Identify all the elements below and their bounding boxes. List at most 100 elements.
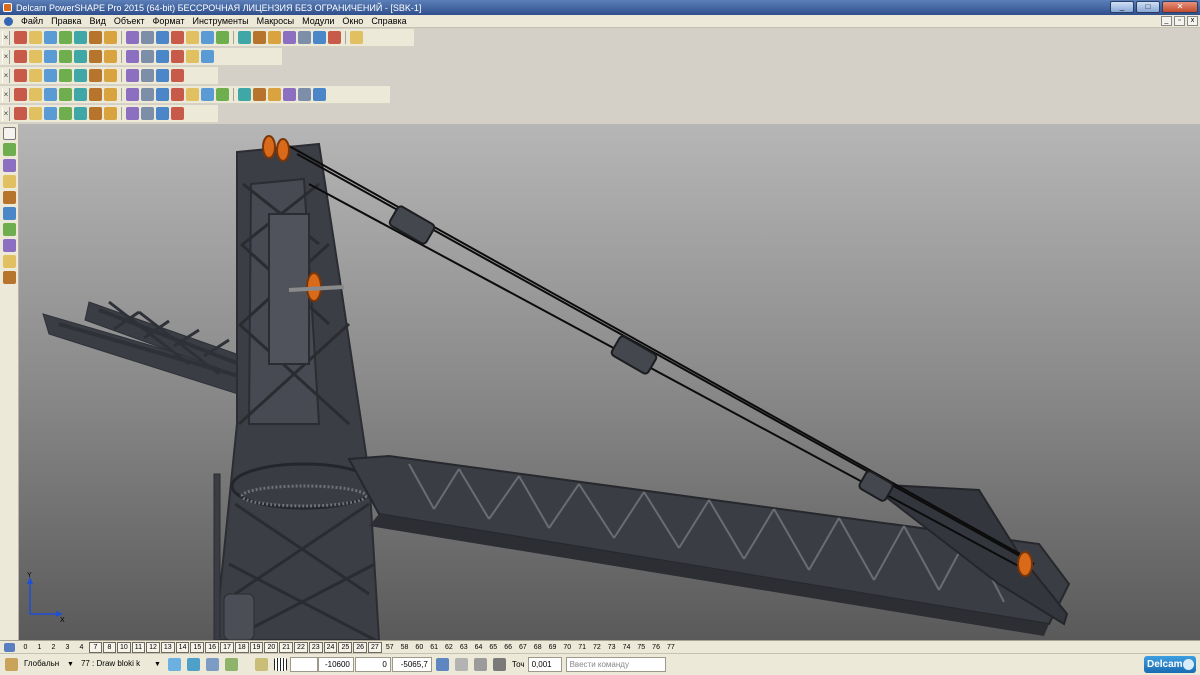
view-tool-icon[interactable] (201, 50, 214, 63)
main-tool-icon[interactable] (171, 31, 184, 44)
view-tool-icon[interactable] (74, 50, 87, 63)
selection-tool-icon[interactable] (29, 107, 42, 120)
menu-window[interactable]: Окно (338, 16, 367, 26)
minimize-button[interactable]: _ (1110, 1, 1134, 13)
shading-tool-icon[interactable] (74, 88, 87, 101)
main-tool-icon[interactable] (216, 31, 229, 44)
layer-button[interactable]: 73 (605, 642, 619, 653)
main-tool-icon[interactable] (59, 31, 72, 44)
layer-button[interactable]: 11 (131, 641, 146, 653)
main-tool-icon[interactable] (14, 31, 27, 44)
layer-button[interactable]: 18 (234, 641, 249, 653)
layer-button[interactable]: 27 (368, 641, 382, 653)
object-tool-icon[interactable] (74, 69, 87, 82)
layer-button[interactable]: 67 (516, 642, 530, 653)
object-tool-icon[interactable] (29, 69, 42, 82)
object-tool-icon[interactable] (126, 69, 139, 82)
main-tool-icon[interactable] (104, 31, 117, 44)
layer-button[interactable]: 72 (590, 642, 604, 653)
object-tool-icon[interactable] (104, 69, 117, 82)
selection-tool-icon[interactable] (141, 107, 154, 120)
object-tool-icon[interactable] (14, 69, 27, 82)
main-tool-icon[interactable] (268, 31, 281, 44)
main-tool-icon[interactable] (238, 31, 251, 44)
link-icon[interactable] (473, 658, 487, 671)
settings-icon[interactable] (254, 658, 268, 671)
selection-tool-icon[interactable] (156, 107, 169, 120)
shading-tool-icon[interactable] (268, 88, 281, 101)
shading-tool-icon[interactable] (238, 88, 251, 101)
chevron-down-icon[interactable]: ▼ (154, 661, 161, 668)
layer-button[interactable]: 4 (75, 642, 88, 653)
grid-icon[interactable] (273, 658, 287, 671)
graphics-viewport[interactable]: Y X (19, 124, 1200, 640)
edit-icon[interactable] (454, 658, 468, 671)
main-tool-icon[interactable] (126, 31, 139, 44)
main-tool-icon[interactable] (89, 31, 102, 44)
layer-button[interactable]: 24 (323, 641, 338, 653)
doc-restore-button[interactable]: ▫ (1174, 16, 1185, 26)
layer-button[interactable]: 7 (89, 641, 102, 653)
layer-button[interactable]: 12 (146, 641, 160, 653)
main-tool-icon[interactable] (156, 31, 169, 44)
tolerance-input[interactable]: 0,001 (527, 657, 562, 672)
shading-tool-icon[interactable] (156, 88, 169, 101)
layer-button[interactable]: 25 (338, 641, 353, 653)
object-tool-icon[interactable] (141, 69, 154, 82)
menu-edit[interactable]: Правка (47, 16, 85, 26)
layer-button[interactable]: 74 (620, 642, 634, 653)
layer-button[interactable]: 64 (472, 642, 486, 653)
object-tool-icon[interactable] (171, 69, 184, 82)
menu-tools[interactable]: Инструменты (188, 16, 252, 26)
layer-button[interactable]: 20 (264, 641, 279, 653)
layer-button[interactable]: 62 (442, 642, 456, 653)
maximize-button[interactable]: □ (1136, 1, 1160, 13)
main-tool-icon[interactable] (328, 31, 341, 44)
create-tool-icon[interactable] (3, 271, 16, 284)
shading-tool-icon[interactable] (171, 88, 184, 101)
menu-object[interactable]: Объект (110, 16, 149, 26)
menu-format[interactable]: Формат (149, 16, 189, 26)
selection-tool-icon[interactable] (14, 107, 27, 120)
object-tool-icon[interactable] (89, 69, 102, 82)
layer-button[interactable]: 77 (664, 642, 678, 653)
layer-button[interactable]: 75 (634, 642, 648, 653)
shading-tool-icon[interactable] (253, 88, 266, 101)
view-tool-icon[interactable] (14, 50, 27, 63)
create-tool-icon[interactable] (3, 143, 16, 156)
layer-button[interactable]: 65 (486, 642, 500, 653)
layer-button[interactable]: 61 (427, 642, 441, 653)
layer-select[interactable]: 77 : Draw bloki k ▼ (78, 657, 161, 672)
menu-view[interactable]: Вид (86, 16, 110, 26)
view-grip[interactable]: × (2, 49, 10, 64)
layer-button[interactable]: 76 (649, 642, 663, 653)
selection-tool-icon[interactable] (171, 107, 184, 120)
layer-button[interactable]: 66 (501, 642, 515, 653)
layer-button[interactable]: 19 (249, 641, 264, 653)
shading-tool-icon[interactable] (186, 88, 199, 101)
close-button[interactable]: ✕ (1162, 1, 1198, 13)
layer-button[interactable]: 3 (61, 642, 74, 653)
shading-tool-icon[interactable] (216, 88, 229, 101)
layer-button[interactable]: 15 (190, 641, 205, 653)
workplane-select[interactable]: Глобальн ▼ (21, 657, 74, 672)
layer-button[interactable]: 60 (412, 642, 426, 653)
menu-modules[interactable]: Модули (298, 16, 338, 26)
chevron-down-icon[interactable]: ▼ (67, 661, 74, 668)
main-tool-icon[interactable] (350, 31, 363, 44)
layer-button[interactable]: 16 (205, 641, 220, 653)
main-tool-icon[interactable] (298, 31, 311, 44)
view-tool-icon[interactable] (171, 50, 184, 63)
document-icon[interactable] (4, 16, 13, 26)
main-tool-icon[interactable] (313, 31, 326, 44)
shading-tool-icon[interactable] (126, 88, 139, 101)
shading-tool-icon[interactable] (29, 88, 42, 101)
shading-tool-icon[interactable] (59, 88, 72, 101)
layer-button[interactable]: 22 (294, 641, 308, 653)
view-tool-icon[interactable] (141, 50, 154, 63)
snap-icon[interactable] (167, 658, 181, 671)
layer-button[interactable]: 23 (308, 641, 323, 653)
absolute-coord-icon[interactable] (435, 658, 449, 671)
create-tool-icon[interactable] (3, 239, 16, 252)
layer-button[interactable]: 14 (175, 641, 190, 653)
